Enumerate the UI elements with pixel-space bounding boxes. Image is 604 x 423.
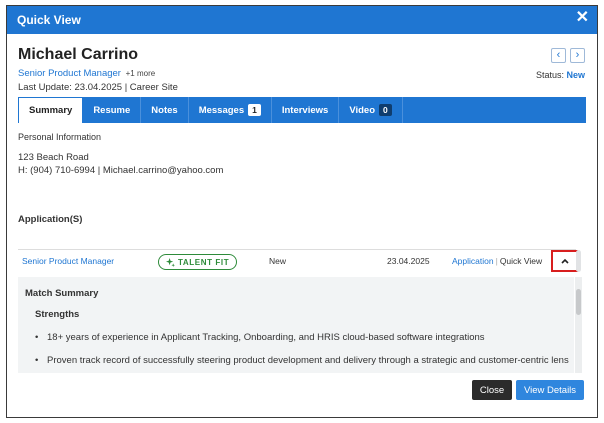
quick-view-modal: Quick View ✕ Michael Carrino ‹ › Senior … xyxy=(6,5,598,418)
chevron-right-icon[interactable]: › xyxy=(570,48,585,63)
last-update: Last Update: 23.04.2025 | Career Site xyxy=(18,82,178,93)
application-links: Application | Quick View xyxy=(452,256,542,266)
talent-fit-badge: TALENT FIT xyxy=(158,254,238,270)
tab-summary[interactable]: Summary xyxy=(18,97,84,123)
more-roles-text: +1 more xyxy=(125,69,156,78)
talent-fit-label: TALENT FIT xyxy=(178,257,230,267)
messages-count-badge: 1 xyxy=(248,104,261,116)
application-row: Senior Product Manager TALENT FIT New 23… xyxy=(18,249,578,273)
status-value: New xyxy=(566,70,585,80)
strength-text: 18+ years of experience in Applicant Tra… xyxy=(47,332,485,343)
personal-info-heading: Personal Information xyxy=(18,132,102,142)
match-summary-panel: Match Summary Strengths • 18+ years of ex… xyxy=(18,277,574,373)
tab-resume[interactable]: Resume xyxy=(83,97,142,123)
contact-text: H: (904) 710-6994 | Michael.carrino@yaho… xyxy=(18,165,224,176)
tab-label: Resume xyxy=(93,104,131,116)
applications-heading: Application(S) xyxy=(18,214,83,225)
status-label: Status: xyxy=(535,70,564,80)
tab-interviews[interactable]: Interviews xyxy=(272,97,340,123)
match-summary-heading: Match Summary xyxy=(25,288,99,299)
bullet-icon: • xyxy=(35,355,39,366)
strength-text: Proven track record of successfully stee… xyxy=(47,355,569,366)
collapse-toggle-button[interactable] xyxy=(551,250,578,272)
chevron-up-icon xyxy=(560,258,569,264)
modal-titlebar: Quick View ✕ xyxy=(7,6,597,34)
tab-label: Notes xyxy=(151,104,178,116)
close-button[interactable]: Close xyxy=(472,380,512,400)
tab-messages[interactable]: Messages 1 xyxy=(189,97,272,123)
scrollbar-thumb[interactable] xyxy=(576,289,581,315)
tab-label: Video xyxy=(349,104,376,116)
modal-title: Quick View xyxy=(17,13,81,27)
candidate-name: Michael Carrino xyxy=(18,46,139,63)
strength-item: • 18+ years of experience in Applicant Tr… xyxy=(35,332,574,344)
strengths-heading: Strengths xyxy=(35,309,80,320)
close-icon[interactable]: ✕ xyxy=(576,9,589,27)
candidate-navigation: ‹ › xyxy=(551,48,585,63)
tab-label: Messages xyxy=(198,104,245,116)
quick-view-link[interactable]: Quick View xyxy=(500,256,542,266)
tab-notes[interactable]: Notes xyxy=(141,97,189,123)
candidate-role-link[interactable]: Senior Product Manager xyxy=(18,68,121,79)
candidate-role-line: Senior Product Manager +1 more xyxy=(18,68,155,79)
sparkle-icon xyxy=(166,257,175,267)
bullet-icon: • xyxy=(35,332,39,343)
details-scrollbar[interactable] xyxy=(575,277,582,373)
candidate-status: Status: New xyxy=(536,70,585,80)
link-separator: | xyxy=(495,256,498,266)
application-date: 23.04.2025 xyxy=(387,256,430,266)
address-text: 123 Beach Road xyxy=(18,152,89,163)
video-count-badge: 0 xyxy=(379,104,392,116)
tab-bar: Summary Resume Notes Messages 1 Intervie… xyxy=(18,97,586,123)
strength-item: • Proven track record of successfully ste… xyxy=(35,355,574,367)
tab-video[interactable]: Video 0 xyxy=(339,97,403,123)
application-title-link[interactable]: Senior Product Manager xyxy=(22,256,114,266)
application-status: New xyxy=(269,256,287,266)
application-link[interactable]: Application xyxy=(452,256,494,266)
scrollbar-upper-track[interactable] xyxy=(576,250,581,272)
chevron-left-icon[interactable]: ‹ xyxy=(551,48,566,63)
tab-label: Interviews xyxy=(281,104,329,116)
tab-label: Summary xyxy=(29,105,73,116)
view-details-button[interactable]: View Details xyxy=(516,380,584,400)
